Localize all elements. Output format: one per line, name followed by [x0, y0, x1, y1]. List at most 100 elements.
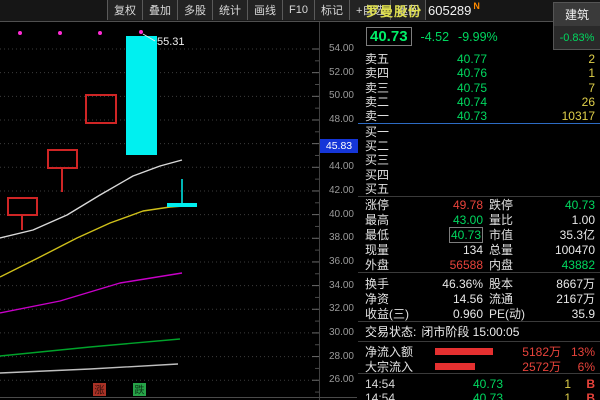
- bid-row-1[interactable]: 买一: [358, 124, 600, 138]
- stat-row-top-3: 现量134总量100470: [358, 243, 600, 258]
- flow-row-0: 净流入额5182万13%: [358, 343, 600, 358]
- stat-label: 净资: [365, 292, 411, 306]
- tick-row-0[interactable]: 14:5440.731B: [358, 378, 600, 392]
- bid-row-2[interactable]: 买二: [358, 139, 600, 153]
- stat-label: 涨停: [365, 198, 411, 212]
- axis-tick-label: 28.00: [320, 351, 354, 363]
- ask-row-1[interactable]: 卖一40.7310317: [358, 109, 600, 123]
- stats-section-top: 涨停49.78跌停40.73最高43.00量比1.00最低40.73市值35.3…: [358, 197, 600, 272]
- stat-label: PE(动): [483, 307, 533, 321]
- ask-row-1-label: 卖一: [365, 109, 405, 123]
- trading-app-window: 55.31涨跌 54.0052.0050.0048.0046.0044.0042…: [0, 0, 600, 400]
- stat-value-text: 43.00: [453, 213, 483, 227]
- limit-board-dot: [18, 31, 22, 35]
- stat-value: 0.960: [411, 307, 483, 321]
- last-price: 40.73: [366, 27, 412, 46]
- ask-row-1-qty: 10317: [487, 109, 595, 123]
- annotation-box: [8, 198, 37, 215]
- stat-label: 最高: [365, 213, 411, 227]
- ask-row-4-label: 卖四: [365, 66, 405, 80]
- stat-value-text: 14.56: [453, 292, 483, 306]
- menu-item-2[interactable]: 多股: [178, 0, 213, 20]
- flow-bar-track: [435, 348, 499, 355]
- stat-row-top-1: 最高43.00量比1.00: [358, 213, 600, 228]
- top-toolbar: 复权叠加多股统计画线F10标记+自选返回 罗曼股份 605289 N: [0, 0, 600, 22]
- ask-row-3-price: 40.75: [405, 81, 487, 95]
- tick-row-1[interactable]: 14:5440.731B: [358, 392, 600, 400]
- stat-value-text: 46.36%: [442, 277, 483, 291]
- flow-bar: [435, 348, 493, 355]
- stat-label: 跌停: [483, 198, 533, 212]
- stat-value: 14.56: [411, 292, 483, 306]
- stat-value: 43882: [533, 258, 595, 272]
- ask-row-5-qty: 2: [487, 52, 595, 66]
- sector-badge[interactable]: 建筑 -0.83%: [553, 2, 600, 50]
- ask-row-2-label: 卖二: [365, 95, 405, 109]
- stat-value-text: 0.960: [453, 307, 483, 321]
- stat-value: 35.3亿: [533, 228, 595, 242]
- axis-tick-label: 30.00: [320, 327, 354, 339]
- menu-item-4[interactable]: 画线: [248, 0, 283, 20]
- new-listing-flag: N: [473, 1, 480, 11]
- limit-board-dot: [139, 30, 143, 34]
- limit-board-dot: [58, 31, 62, 35]
- ask-row-2[interactable]: 卖二40.7426: [358, 95, 600, 109]
- bid-row-1-label: 买一: [365, 125, 405, 139]
- ma-magenta-line: [0, 273, 182, 313]
- stat-label: 市值: [483, 228, 533, 242]
- tick-time: 14:54: [365, 392, 417, 400]
- menu-item-0[interactable]: 复权: [108, 0, 143, 20]
- stat-row-bottom-1: 净资14.56流通2167万: [358, 291, 600, 306]
- ask-row-4[interactable]: 卖四40.761: [358, 66, 600, 80]
- axis-tick-label: 34.00: [320, 280, 354, 292]
- limit-board-dot: [98, 31, 102, 35]
- ask-row-5[interactable]: 卖五40.772: [358, 52, 600, 66]
- money-flow-section: 净流入额5182万13%大宗流入2572万6%: [358, 342, 600, 373]
- stat-value: 2167万: [533, 292, 595, 306]
- sector-change: -0.83%: [554, 26, 600, 49]
- bid-row-3[interactable]: 买三: [358, 153, 600, 167]
- tick-side: B: [571, 392, 595, 400]
- tick-side: B: [571, 378, 595, 391]
- ma-gray-line: [0, 364, 178, 373]
- menu-item-1[interactable]: 叠加: [143, 0, 178, 20]
- tick-list[interactable]: 14:5440.731B14:5440.731B: [358, 374, 600, 400]
- ask-row-3[interactable]: 卖三40.757: [358, 81, 600, 95]
- bid-row-5[interactable]: 买五: [358, 182, 600, 196]
- order-book: 卖五40.772卖四40.761卖三40.757卖二40.7426卖一40.73…: [358, 52, 600, 196]
- menu-item-6[interactable]: 标记: [315, 0, 350, 20]
- axis-tick-label: 50.00: [320, 90, 354, 102]
- ask-row-5-label: 卖五: [365, 52, 405, 66]
- stat-row-top-2: 最低40.73市值35.3亿: [358, 228, 600, 243]
- stats-section-bottom: 换手46.36%股本8667万净资14.56流通2167万收益(三)0.960P…: [358, 273, 600, 321]
- ask-row-5-price: 40.77: [405, 52, 487, 66]
- stock-code: 605289: [428, 3, 471, 18]
- ask-row-2-price: 40.74: [405, 95, 487, 109]
- axis-tick-label: 36.00: [320, 256, 354, 268]
- stat-label: 股本: [483, 277, 533, 291]
- session-status-label: 交易状态:: [365, 323, 416, 340]
- stock-title: 罗曼股份 605289 N: [366, 0, 480, 20]
- bid-row-4[interactable]: 买四: [358, 167, 600, 181]
- menu-item-3[interactable]: 统计: [213, 0, 248, 20]
- stat-label: 总量: [483, 243, 533, 257]
- legend-badge-label: 涨: [95, 385, 105, 397]
- flow-percent: 6%: [561, 360, 595, 374]
- bid-row-2-label: 买二: [365, 139, 405, 153]
- flow-bar: [435, 363, 475, 370]
- high-marker-label: 55.31: [157, 36, 185, 48]
- stat-value: 56588: [411, 258, 483, 272]
- stat-label: 现量: [365, 243, 411, 257]
- stat-row-bottom-2: 收益(三)0.960PE(动)35.9: [358, 306, 600, 321]
- stat-row-bottom-0: 换手46.36%股本8667万: [358, 276, 600, 291]
- stat-value: 1.00: [533, 213, 595, 227]
- ask-row-3-qty: 7: [487, 81, 595, 95]
- price-change: -4.52: [421, 30, 450, 44]
- menu-item-5[interactable]: F10: [283, 0, 315, 20]
- annotation-box: [86, 95, 116, 123]
- session-status-value: 闭市阶段 15:00:05: [421, 323, 519, 340]
- quote-panel: 40.73 -4.52 -9.99% 卖五40.772卖四40.761卖三40.…: [358, 21, 600, 400]
- bid-row-3-label: 买三: [365, 153, 405, 167]
- bid-row-4-label: 买四: [365, 168, 405, 182]
- stat-value: 46.36%: [411, 277, 483, 291]
